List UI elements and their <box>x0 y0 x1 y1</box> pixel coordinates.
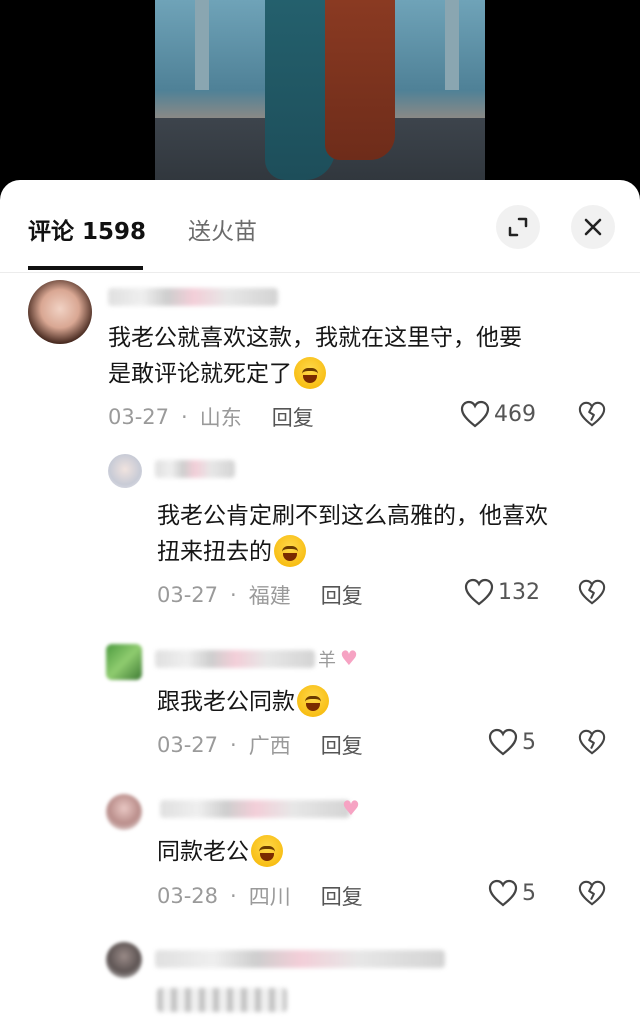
avatar[interactable] <box>106 644 142 680</box>
broken-heart-icon <box>578 729 606 755</box>
pink-heart-icon: ♥ <box>342 796 360 820</box>
broken-heart-icon <box>578 880 606 906</box>
comment-text-line: 我老公肯定刷不到这么高雅的，他喜欢 <box>157 503 548 529</box>
username-blurred[interactable] <box>160 800 350 818</box>
crying-laughing-emoji-icon <box>251 834 283 867</box>
heart-outline-icon <box>488 728 518 756</box>
comment-date: 03-27 <box>108 405 170 429</box>
rofl-emoji-icon <box>274 534 306 567</box>
dislike-button[interactable] <box>578 578 606 610</box>
comment-text-line: 跟我老公同款 <box>157 689 295 715</box>
comment-location: 福建 <box>248 584 291 608</box>
pink-heart-icon: ♥ <box>340 646 358 670</box>
tab-send-flame[interactable]: 送火苗 <box>188 212 257 246</box>
like-count: 5 <box>522 880 536 906</box>
comment-date: 03-27 <box>157 583 219 607</box>
like-count: 132 <box>498 579 540 605</box>
reply-button[interactable]: 回复 <box>321 881 363 911</box>
reply-button[interactable]: 回复 <box>321 730 363 760</box>
sweat-smile-emoji-icon <box>297 684 329 717</box>
comment-date: 03-27 <box>157 733 219 757</box>
comment-location: 四川 <box>248 885 291 909</box>
expand-button[interactable] <box>496 205 540 249</box>
comment-text: 我老公就喜欢这款，我就在这里守，他要 是敢评论就死定了 <box>108 320 608 392</box>
broken-heart-icon <box>578 401 606 427</box>
avatar[interactable] <box>108 454 142 488</box>
expand-icon <box>508 217 528 237</box>
comments-header: 评论 1598 送火苗 <box>0 180 640 273</box>
rofl-emoji-icon <box>294 356 326 389</box>
comment-text-line: 扭来扭去的 <box>157 539 272 565</box>
tab-comments[interactable]: 评论 1598 <box>28 212 146 246</box>
like-button[interactable]: 132 <box>464 578 540 606</box>
close-button[interactable] <box>571 205 615 249</box>
reply-button[interactable]: 回复 <box>321 580 363 610</box>
avatar[interactable] <box>28 280 92 344</box>
username-blurred[interactable] <box>155 650 315 668</box>
comment-location: 山东 <box>199 406 242 430</box>
username-tail: 羊 <box>318 650 336 671</box>
dislike-button[interactable] <box>578 400 606 432</box>
tab-active-indicator <box>28 266 143 270</box>
like-button[interactable]: 469 <box>460 400 536 428</box>
video-frame <box>155 0 485 200</box>
video-player[interactable] <box>0 0 640 200</box>
like-count: 469 <box>494 401 536 427</box>
dislike-button[interactable] <box>578 728 606 760</box>
heart-outline-icon <box>464 578 494 606</box>
username-blurred[interactable] <box>108 288 278 306</box>
close-icon <box>584 218 602 236</box>
comment-text-line: 同款老公 <box>157 839 249 865</box>
like-count: 5 <box>522 729 536 755</box>
comment-meta: 03-28 · 四川 回复 <box>157 881 363 911</box>
avatar[interactable] <box>106 794 142 830</box>
like-button[interactable]: 5 <box>488 879 536 907</box>
heart-outline-icon <box>488 879 518 907</box>
comment-meta: 03-27 · 广西 回复 <box>157 730 363 760</box>
comment-text: 同款老公 <box>157 834 617 870</box>
comments-sheet: 评论 1598 送火苗 我老公就喜欢这款，我就在这里守，他要 是敢评论就死定了 … <box>0 180 640 1019</box>
comment-text: 跟我老公同款 <box>157 684 617 720</box>
comment-text-blurred <box>157 988 287 1012</box>
comment-text: 我老公肯定刷不到这么高雅的，他喜欢 扭来扭去的 <box>157 498 617 570</box>
like-button[interactable]: 5 <box>488 728 536 756</box>
comment-location: 广西 <box>248 734 291 758</box>
avatar[interactable] <box>106 942 142 978</box>
username-blurred[interactable] <box>155 950 445 968</box>
username-blurred[interactable] <box>155 460 235 478</box>
heart-outline-icon <box>460 400 490 428</box>
comment-date: 03-28 <box>157 884 219 908</box>
comment-meta: 03-27 · 福建 回复 <box>157 580 363 610</box>
reply-button[interactable]: 回复 <box>272 402 314 432</box>
dislike-button[interactable] <box>578 879 606 911</box>
comment-text-line: 是敢评论就死定了 <box>108 361 292 387</box>
comment-meta: 03-27 · 山东 回复 <box>108 402 314 432</box>
comment-text-line: 我老公就喜欢这款，我就在这里守，他要 <box>108 325 522 351</box>
broken-heart-icon <box>578 579 606 605</box>
